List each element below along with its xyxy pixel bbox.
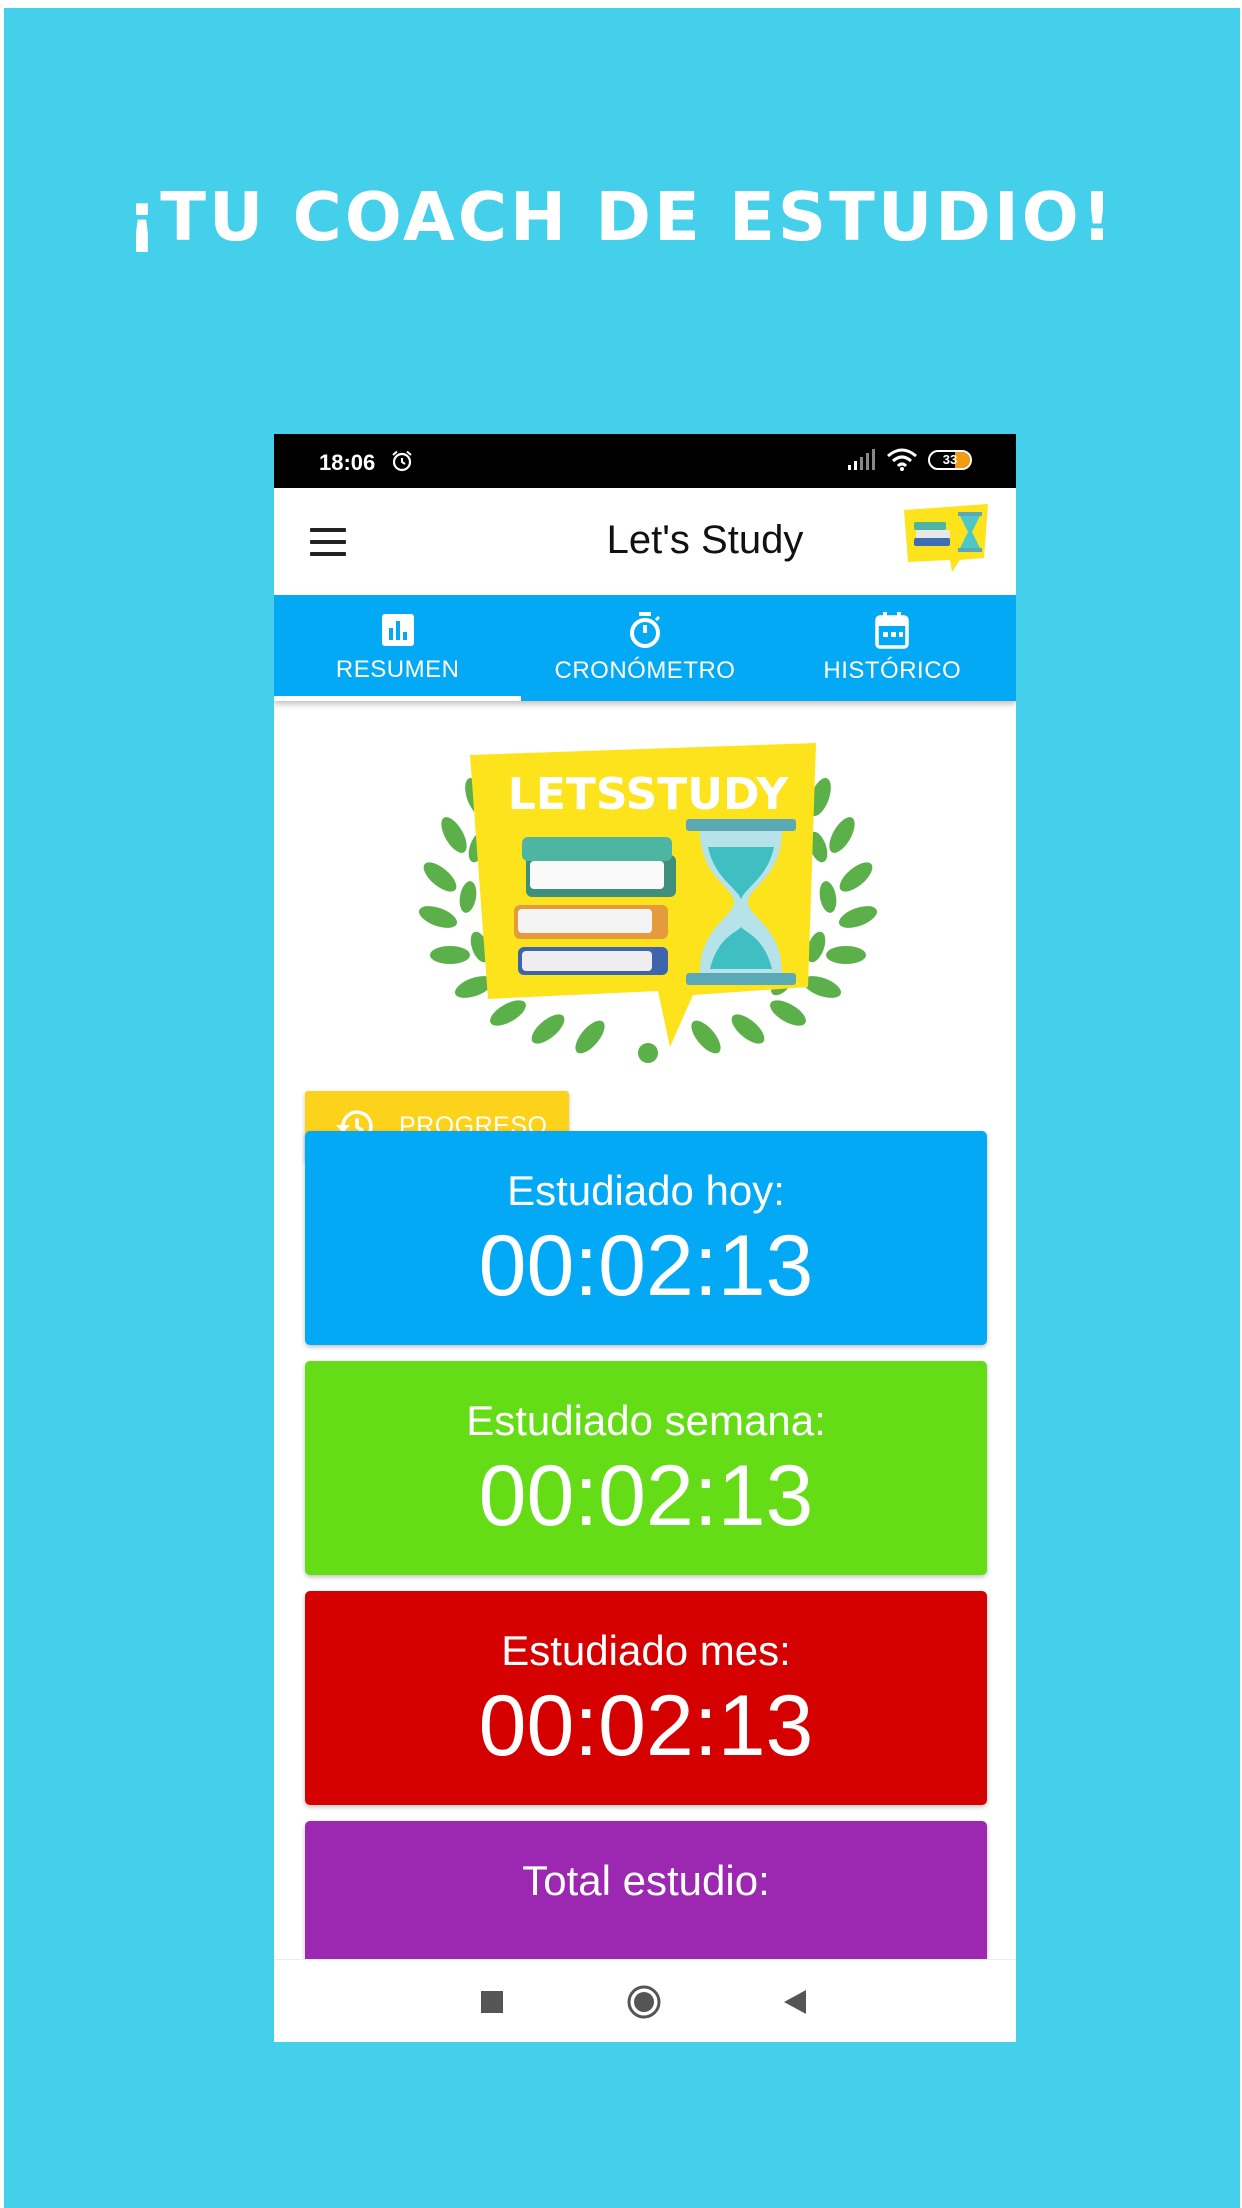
status-bar: 18:06 33 xyxy=(274,434,1016,488)
app-logo xyxy=(904,504,988,572)
signal-icon xyxy=(848,449,875,470)
poster-headline: ¡TU COACH DE ESTUDIO! xyxy=(126,178,1116,256)
tab-resumen[interactable]: RESUMEN xyxy=(274,595,522,701)
wifi-icon xyxy=(887,448,917,471)
tab-label: CRONÓMETRO xyxy=(554,657,736,684)
stat-card-month: Estudiado mes: 00:02:13 xyxy=(305,1591,987,1805)
hero-logo-image: LETSSTUDY xyxy=(418,743,878,1063)
battery-icon: 33 xyxy=(928,450,972,470)
stat-label: Estudiado semana: xyxy=(466,1397,826,1444)
stat-label: Total estudio: xyxy=(522,1857,770,1904)
stopwatch-icon xyxy=(629,612,661,648)
status-time: 18:06 xyxy=(319,450,376,475)
back-triangle-icon[interactable] xyxy=(782,1989,808,2015)
stat-card-total: Total estudio: xyxy=(305,1821,987,1959)
tab-label: RESUMEN xyxy=(335,656,460,683)
tab-label: HISTÓRICO xyxy=(823,657,962,684)
recents-square-icon[interactable] xyxy=(480,1990,504,2014)
system-nav-bar xyxy=(274,1959,1016,2042)
stat-label: Estudiado hoy: xyxy=(507,1167,785,1214)
stat-label: Estudiado mes: xyxy=(501,1627,791,1674)
tab-historico[interactable]: HISTÓRICO xyxy=(769,595,1016,701)
hero-logo-text: LETSSTUDY xyxy=(508,769,790,820)
status-icons: 33 xyxy=(846,448,972,472)
calendar-icon xyxy=(875,612,910,649)
summary-content: LETSSTUDY PROGRESO Estudiado hoy: 00:02:… xyxy=(274,701,1016,1959)
home-circle-icon[interactable] xyxy=(627,1985,661,2019)
app-bar: Let's Study xyxy=(274,488,1016,595)
stat-value: 00:02:13 xyxy=(478,1678,814,1774)
tab-cronometro[interactable]: CRONÓMETRO xyxy=(521,595,768,701)
stat-value: 00:02:13 xyxy=(478,1218,814,1314)
stat-card-week: Estudiado semana: 00:02:13 xyxy=(305,1361,987,1575)
phone-screen: 18:06 33 Let's Study RESUMEN CRONÓMETRO … xyxy=(274,434,1016,2042)
alarm-icon xyxy=(392,450,412,472)
stat-card-today: Estudiado hoy: 00:02:13 xyxy=(305,1131,987,1345)
bar-chart-icon xyxy=(381,614,414,646)
tab-bar: RESUMEN CRONÓMETRO HISTÓRICO xyxy=(274,595,1016,701)
stat-value: 00:02:13 xyxy=(478,1448,814,1544)
battery-level: 33 xyxy=(942,452,958,467)
